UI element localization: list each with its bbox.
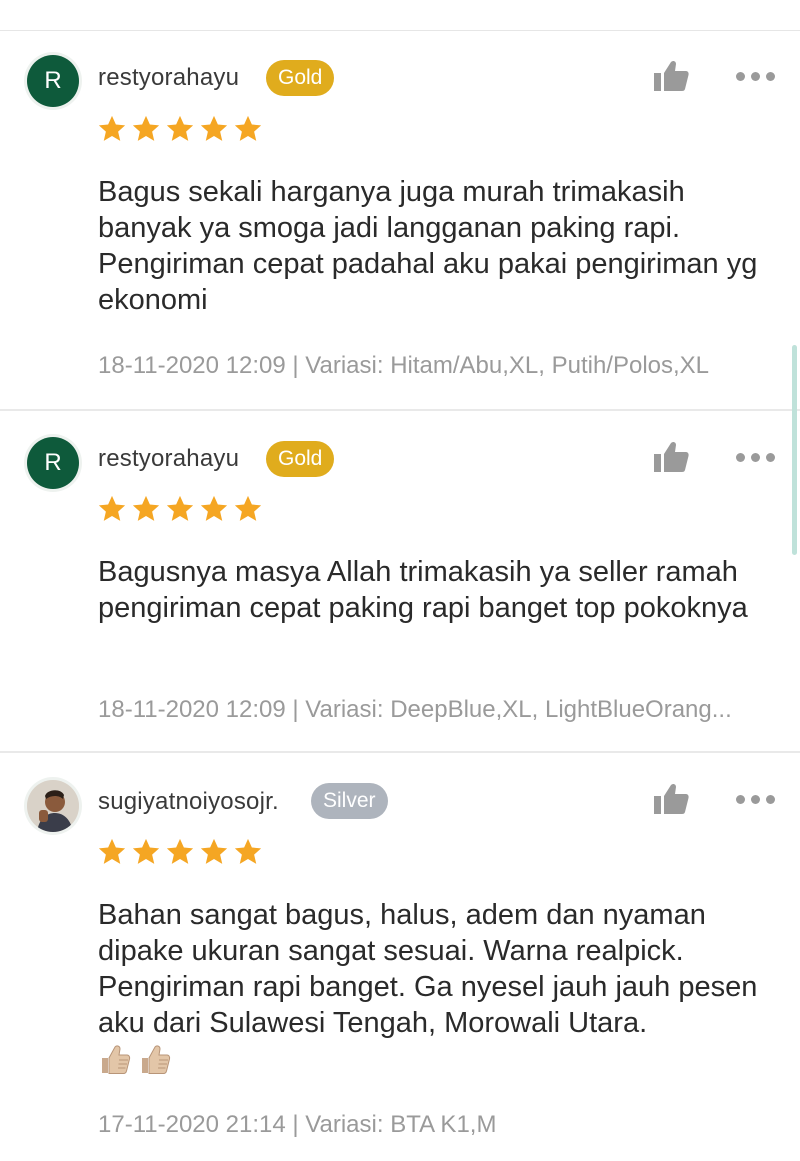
thumbs-up-icon[interactable]	[652, 782, 690, 816]
star-icon	[98, 838, 126, 864]
star-icon	[200, 838, 228, 864]
star-icon	[234, 495, 262, 521]
star-icon	[234, 838, 262, 864]
thumbs-up-icon[interactable]	[652, 440, 690, 474]
review-text: Bagus sekali harganya juga murah trimaka…	[98, 176, 758, 316]
star-rating	[97, 837, 263, 867]
star-icon	[200, 495, 228, 521]
review-divider	[0, 751, 800, 753]
username[interactable]: sugiyatnoiyosojr.	[98, 788, 279, 816]
star-icon	[166, 838, 194, 864]
thumbs-up-icon[interactable]	[652, 59, 690, 93]
star-icon	[98, 115, 126, 141]
review-text: Bagusnya masya Allah trimakasih ya selle…	[98, 556, 748, 624]
review-meta: 17-11-2020 21:14 | Variasi: BTA K1,M	[98, 1111, 497, 1138]
review-meta: 18-11-2020 12:09 | Variasi: DeepBlue,XL,…	[98, 696, 732, 723]
thumbs-up-emoji-icon	[102, 1045, 131, 1074]
avatar[interactable]	[27, 780, 79, 832]
more-options-icon[interactable]	[736, 451, 776, 463]
more-options-icon[interactable]	[736, 70, 776, 82]
star-icon	[234, 115, 262, 141]
star-icon	[98, 495, 126, 521]
membership-badge: Gold	[266, 60, 335, 96]
review-text-block: Bahan sangat bagus, halus, adem dan nyam…	[98, 897, 778, 1077]
membership-badge: Gold	[266, 441, 335, 477]
star-icon	[200, 115, 228, 141]
star-rating	[97, 494, 263, 524]
star-icon	[132, 115, 160, 141]
thumbs-up-emoji-icon	[142, 1045, 171, 1074]
avatar[interactable]: R	[27, 55, 79, 107]
review-divider	[0, 409, 800, 411]
username[interactable]: restyorahayu	[98, 445, 239, 473]
star-icon	[166, 115, 194, 141]
avatar[interactable]: R	[27, 437, 79, 489]
star-icon	[132, 838, 160, 864]
username[interactable]: restyorahayu	[98, 64, 239, 92]
top-divider	[0, 30, 800, 31]
star-icon	[166, 495, 194, 521]
user-photo-icon	[27, 780, 79, 832]
scrollbar[interactable]	[792, 345, 797, 555]
review-text: Bahan sangat bagus, halus, adem dan nyam…	[98, 899, 758, 1039]
star-icon	[132, 495, 160, 521]
membership-badge: Silver	[311, 783, 388, 819]
thumbs-up-emoji-group	[98, 1043, 778, 1077]
star-rating	[97, 114, 263, 144]
review-meta: 18-11-2020 12:09 | Variasi: Hitam/Abu,XL…	[98, 352, 710, 379]
more-options-icon[interactable]	[736, 793, 776, 805]
